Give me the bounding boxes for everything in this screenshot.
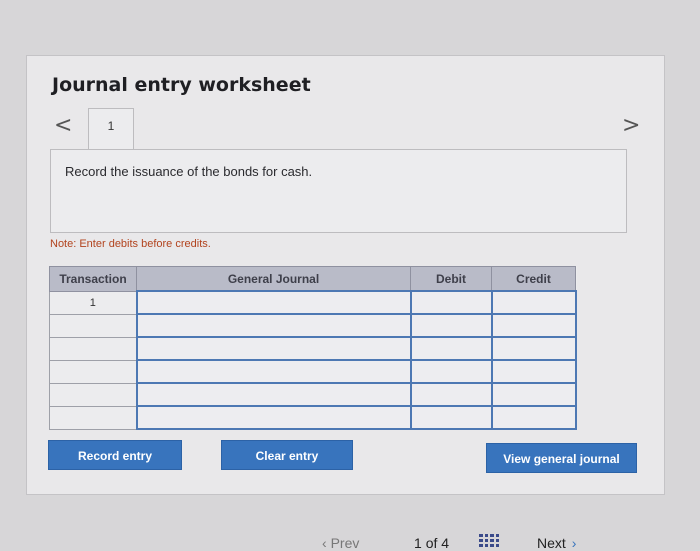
prev-label: Prev	[330, 535, 360, 551]
clear-entry-button[interactable]: Clear entry	[221, 440, 353, 470]
worksheet-title: Journal entry worksheet	[52, 74, 311, 96]
table-row	[49, 382, 577, 407]
account-input[interactable]	[135, 313, 412, 338]
credit-input[interactable]	[490, 290, 577, 315]
table-row	[49, 313, 577, 338]
page-current: 1	[414, 535, 422, 551]
chevron-left-icon: ‹	[322, 535, 331, 551]
table-row	[49, 336, 577, 361]
debit-input[interactable]	[409, 290, 493, 315]
chevron-right-icon: ›	[571, 535, 577, 551]
page-indicator: 1 of 4	[414, 535, 449, 551]
view-general-journal-button[interactable]: View general journal	[486, 443, 637, 473]
table-row: 1	[49, 290, 577, 315]
account-input[interactable]	[135, 359, 412, 384]
debit-input[interactable]	[409, 405, 493, 430]
transaction-cell	[49, 336, 137, 361]
table-row	[49, 359, 577, 384]
transaction-cell: 1	[49, 290, 137, 315]
note-text: Note: Enter debits before credits.	[50, 238, 211, 250]
credit-input[interactable]	[490, 359, 577, 384]
page-separator: of	[425, 535, 438, 551]
transaction-cell	[49, 382, 137, 407]
journal-table: Transaction General Journal Debit Credit…	[49, 266, 577, 430]
account-input[interactable]	[135, 336, 412, 361]
transaction-cell	[49, 359, 137, 384]
record-entry-button[interactable]: Record entry	[48, 440, 182, 470]
credit-input[interactable]	[490, 405, 577, 430]
prev-button[interactable]: ‹ Prev	[322, 535, 359, 551]
account-input[interactable]	[135, 382, 412, 407]
header-credit: Credit	[491, 266, 576, 292]
table-row	[49, 405, 577, 430]
debit-input[interactable]	[409, 313, 493, 338]
credit-input[interactable]	[490, 313, 577, 338]
next-button[interactable]: Next ›	[537, 535, 576, 551]
pagination-bar: ‹ Prev 1 of 4 Next ›	[0, 532, 700, 551]
debit-input[interactable]	[409, 359, 493, 384]
debit-input[interactable]	[409, 336, 493, 361]
tab-entry-1[interactable]: 1	[88, 108, 134, 150]
debit-input[interactable]	[409, 382, 493, 407]
table-header-row: Transaction General Journal Debit Credit	[49, 266, 576, 292]
transaction-cell	[49, 405, 137, 430]
transaction-cell	[49, 313, 137, 338]
account-input[interactable]	[135, 290, 412, 315]
account-input[interactable]	[135, 405, 412, 430]
header-general-journal: General Journal	[136, 266, 411, 292]
next-label: Next	[537, 535, 566, 551]
header-transaction: Transaction	[49, 266, 137, 292]
entry-description: Record the issuance of the bonds for cas…	[65, 164, 313, 179]
chevron-left-icon[interactable]: <	[54, 113, 72, 138]
chevron-right-icon[interactable]: >	[622, 113, 640, 138]
entry-description-box: Record the issuance of the bonds for cas…	[50, 149, 627, 233]
page-total: 4	[441, 535, 450, 551]
credit-input[interactable]	[490, 382, 577, 407]
credit-input[interactable]	[490, 336, 577, 361]
grid-icon[interactable]	[479, 534, 499, 547]
header-debit: Debit	[410, 266, 492, 292]
